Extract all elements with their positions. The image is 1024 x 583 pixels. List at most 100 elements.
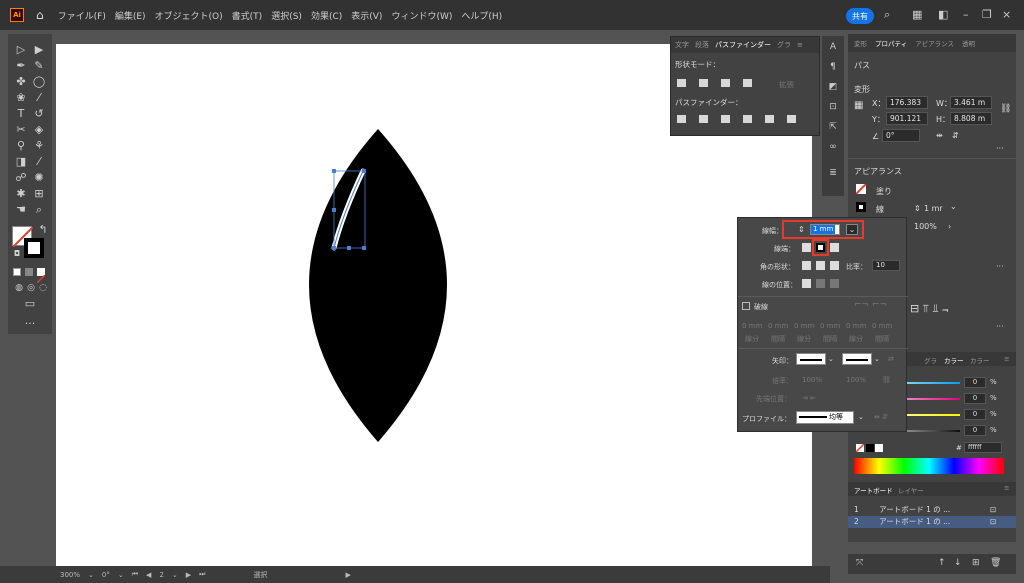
direct-selection-tool-icon[interactable]: ▶ <box>32 44 46 56</box>
pen-tool-icon[interactable]: ✒ <box>14 60 28 72</box>
eyedropper-icon[interactable]: ⁄ <box>32 156 46 168</box>
merge-icon[interactable] <box>721 115 730 123</box>
swap-fill-stroke-icon[interactable]: ↰ <box>36 224 50 236</box>
arrow-align-icons[interactable]: ⇥ ⇤ <box>802 394 816 402</box>
menu-window[interactable]: ウィンドウ(W) <box>391 9 452 22</box>
height-field[interactable]: 8.808 m <box>950 112 992 125</box>
minus-back-icon[interactable] <box>787 115 796 123</box>
menu-type[interactable]: 書式(T) <box>232 9 263 22</box>
dashed-checkbox[interactable] <box>742 302 750 310</box>
scroll-arrow-icon[interactable]: ▶ <box>345 571 350 579</box>
first-artboard-icon[interactable]: ⏮ <box>132 570 138 579</box>
menu-effect[interactable]: 効果(C) <box>311 9 342 22</box>
pathfinder-icon[interactable]: ◩ <box>827 82 839 92</box>
x-field[interactable]: 176.383 <box>886 96 928 109</box>
white-swatch[interactable] <box>875 444 883 452</box>
fill-none-swatch[interactable] <box>855 183 867 195</box>
chevron-down-icon[interactable]: ⌄ <box>172 571 178 579</box>
chevron-down-icon[interactable]: ⌄ <box>118 571 124 579</box>
tab-properties[interactable]: プロパティ <box>875 38 907 48</box>
tab-layers[interactable]: レイヤー <box>898 485 924 495</box>
tab-character[interactable]: 文字 <box>675 40 689 50</box>
flip-horizontal-icon[interactable]: ⇹ <box>936 131 943 140</box>
handle-tl[interactable] <box>332 169 336 173</box>
dash-2[interactable]: 0 mm <box>794 322 814 330</box>
panel-menu-icon[interactable]: ≡ <box>1004 355 1009 363</box>
pencil-tool-icon[interactable]: ⁄ <box>32 92 46 104</box>
gap-2[interactable]: 0 mm <box>820 322 840 330</box>
stroke-label[interactable]: 線 <box>876 204 884 215</box>
link-proportions-icon[interactable]: ⛓ <box>1000 104 1011 114</box>
width-field[interactable]: 3.461 m <box>950 96 992 109</box>
handle-bm[interactable] <box>347 246 351 250</box>
panel-menu-icon[interactable]: ≡ <box>797 41 803 49</box>
width-tool-icon[interactable]: ⚘ <box>32 140 46 152</box>
menu-edit[interactable]: 編集(E) <box>115 9 146 22</box>
artboard-number[interactable]: 2 <box>159 571 163 579</box>
bevel-join-icon[interactable] <box>830 261 839 270</box>
transform-icon[interactable]: ⊡ <box>827 102 839 112</box>
menu-help[interactable]: ヘルプ(H) <box>461 9 502 22</box>
delete-icon[interactable]: 🗑 <box>990 558 1001 568</box>
expand-button[interactable]: 拡張 <box>779 79 794 90</box>
profile-select[interactable]: 均等 <box>796 411 854 424</box>
dash-preserve-icon[interactable]: ⌐¬ ⌐¬ <box>854 300 887 310</box>
handle-ml[interactable] <box>332 208 336 212</box>
stroke-swatch[interactable] <box>24 238 44 258</box>
default-colors-icon[interactable]: ◘ <box>10 248 24 260</box>
tab-paragraph[interactable]: 段落 <box>695 40 709 50</box>
character-icon[interactable]: A <box>827 42 839 52</box>
cyan-value[interactable]: 0 <box>964 377 986 388</box>
tab-gradient[interactable]: グラ <box>777 40 791 50</box>
screen-mode-icon[interactable]: ▭ <box>23 298 37 310</box>
round-join-icon[interactable] <box>816 261 825 270</box>
black-swatch[interactable] <box>866 444 874 452</box>
paragraph-icon[interactable]: ¶ <box>827 62 839 72</box>
stroke-stepper-icon[interactable]: ⇕ <box>914 204 921 213</box>
export-icon[interactable]: ⇱ <box>827 122 839 132</box>
more-options-icon[interactable]: ··· <box>996 322 1004 331</box>
align-icon[interactable]: ≣ <box>827 168 839 178</box>
menu-object[interactable]: オブジェクト(O) <box>155 9 223 22</box>
rotate-tool-icon[interactable]: ↺ <box>32 108 46 120</box>
projecting-cap-icon[interactable] <box>830 243 839 252</box>
type-tool-icon[interactable]: T <box>14 108 28 120</box>
chevron-down-icon[interactable]: ⌄ <box>828 355 834 363</box>
tab-color-guide[interactable]: カラー <box>970 355 990 365</box>
tab-gradient[interactable]: グラ <box>924 355 937 365</box>
handle-br[interactable] <box>362 246 366 250</box>
artboard-row-selected[interactable]: 2 アートボード 1 の ... ⊡ <box>848 516 1016 528</box>
align-controls-icon[interactable]: ⊟ ⫪ ⫫ ⫬ <box>910 302 949 316</box>
gradient-mode-icon[interactable] <box>25 268 33 276</box>
link-icon[interactable]: ∞ <box>827 142 839 152</box>
outline-icon[interactable] <box>765 115 774 123</box>
color-spectrum[interactable] <box>854 458 1004 474</box>
hex-field[interactable]: ffffff <box>964 442 1002 453</box>
more-options-icon[interactable]: ··· <box>996 262 1004 271</box>
chevron-down-icon[interactable]: ⌄ <box>950 202 957 211</box>
miter-join-icon[interactable] <box>802 261 811 270</box>
unite-icon[interactable] <box>677 79 686 87</box>
end-scale[interactable]: 100% <box>846 376 866 384</box>
magenta-value[interactable]: 0 <box>964 393 986 404</box>
swap-arrows-icon[interactable]: ⇄ <box>888 355 894 363</box>
menu-file[interactable]: ファイル(F) <box>58 9 106 22</box>
tab-artboards[interactable]: アートボード <box>854 485 893 495</box>
home-icon[interactable]: ⌂ <box>36 8 44 22</box>
tab-transform[interactable]: 変形 <box>854 38 867 48</box>
tab-pathfinder[interactable]: パスファインダー <box>715 40 771 50</box>
eyedropper-tool-icon[interactable]: ⚲ <box>14 140 28 152</box>
handle-tr[interactable] <box>362 169 366 173</box>
trim-icon[interactable] <box>699 115 708 123</box>
crop-icon[interactable] <box>743 115 752 123</box>
minus-front-icon[interactable] <box>699 79 708 87</box>
stroke-weight-summary[interactable]: 1 mr <box>924 204 943 213</box>
black-value[interactable]: 0 <box>964 425 986 436</box>
artboard-row[interactable]: 1 アートボード 1 の ... ⊡ <box>848 504 1016 516</box>
divide-icon[interactable] <box>677 115 686 123</box>
rearrange-icon[interactable]: ⤧ <box>856 558 863 568</box>
align-outside-icon[interactable] <box>830 279 839 288</box>
dash-3[interactable]: 0 mm <box>846 322 866 330</box>
link-scale-icon[interactable]: ⛓ <box>882 376 891 384</box>
start-scale[interactable]: 100% <box>802 376 822 384</box>
